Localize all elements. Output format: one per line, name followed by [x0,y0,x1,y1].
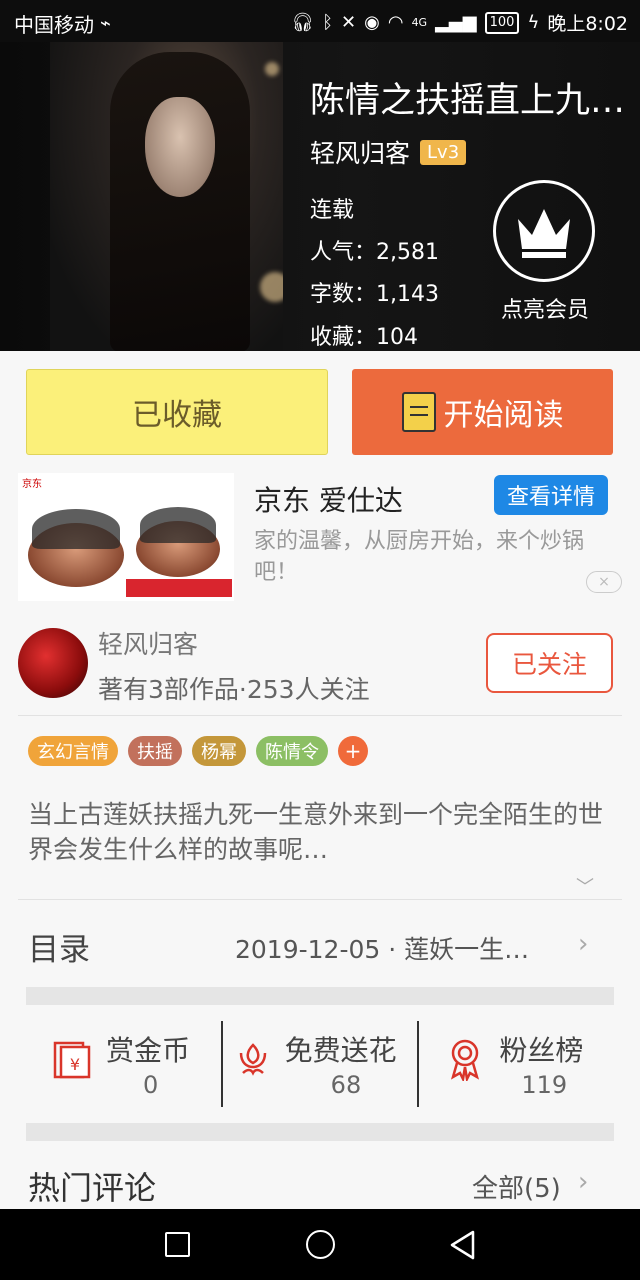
start-reading-button[interactable]: 开始阅读 [352,369,613,455]
tag-item[interactable]: 玄幻言情 [28,736,118,766]
latest-chapter[interactable]: 2019-12-05 · 莲妖一生… [235,930,570,966]
synopsis-text[interactable]: 当上古莲妖扶摇九死一生意外来到一个完全陌生的世界会发生什么样的故事呢… [28,797,618,867]
reward-coins-value: 0 [143,1071,159,1099]
ad-title[interactable]: 京东 爱仕达 [254,479,403,519]
free-flowers-label: 免费送花 [284,1034,397,1067]
vip-button[interactable] [493,180,595,282]
clock: 晚上8:02 [547,13,628,35]
tag-list: 玄幻言情 扶摇 杨幂 陈情令 + [28,736,368,766]
add-tag-button[interactable]: + [338,736,368,766]
fan-rank-cell[interactable]: 粉丝榜 119 [417,1021,614,1107]
eye-icon: ◉ [364,12,380,33]
toc-chevron-icon[interactable]: › [578,929,588,959]
comments-chevron-icon[interactable]: › [578,1167,588,1197]
ad-image[interactable]: 京东 [18,473,234,601]
book-cover[interactable] [50,42,283,351]
medal-icon [451,1039,480,1081]
wifi-icon: ◠ [387,12,404,33]
reward-stats: ¥ 赏金币 0 免费送花 68 粉丝榜 119 [26,1021,614,1107]
tag-item[interactable]: 陈情令 [256,736,328,766]
cover-bokeh [265,62,279,76]
serial-status: 连载 [310,198,355,223]
favorites-stat: 收藏：104 [310,325,418,350]
free-flowers-value: 68 [330,1071,362,1099]
toc-title[interactable]: 目录 [28,924,90,969]
all-comments-link[interactable]: 全部(5) [472,1168,561,1205]
author-works-info: 著有3部作品·253人关注 [98,675,370,704]
carrier-label: 中国移动 [14,13,94,37]
hot-comments-title: 热门评论 [28,1169,157,1207]
header-author-row: 轻风归客 Lv3 [310,134,467,170]
reward-coins-label: 赏金币 [106,1034,191,1067]
flower-icon [239,1043,266,1076]
book-icon [401,392,436,432]
tag-item[interactable]: 杨幂 [192,736,246,766]
home-button[interactable] [306,1230,335,1259]
fan-rank-label: 粉丝榜 [499,1034,584,1067]
recent-apps-button[interactable] [165,1232,190,1257]
pan-lid-shape [32,509,120,549]
fan-rank-value: 119 [521,1071,568,1099]
red-envelope-icon: ¥ [53,1041,91,1079]
cover-bokeh [260,272,283,302]
charging-icon: ϟ [527,12,540,33]
ad-image-strip [126,579,232,597]
divider [18,899,622,900]
collected-button[interactable]: 已收藏 [26,369,328,455]
author-avatar[interactable] [18,628,88,698]
author-name[interactable]: 轻风归客 [98,625,198,661]
headphones-icon: 🎧︎ [291,12,315,33]
pan-lid-shape [140,507,216,543]
reward-coins-cell[interactable]: ¥ 赏金币 0 [26,1021,221,1107]
vip-label[interactable]: 点亮会员 [470,292,620,324]
start-reading-label: 开始阅读 [443,398,564,433]
book-header: 陈情之扶摇直上九… 轻风归客 Lv3 连载 人气：2,581 字数：1,143 … [0,42,640,351]
expand-chevron-icon[interactable]: ﹀ [576,873,594,899]
status-bar: 中国移动 ⌁ 🎧︎ ᛒ ✕ ◉ ◠ 4G ▂▄▆ 100 ϟ 晚上8:02 [0,0,640,42]
section-separator [26,987,614,1005]
ad-brand-logo: 京东 [22,479,42,490]
mute-icon: ✕ [341,12,357,33]
network-type: 4G [411,16,428,29]
book-title: 陈情之扶摇直上九… [310,81,626,121]
book-detail-content: 已收藏 开始阅读 京东 京东 爱仕达 查看详情 家的温馨，从厨房开始，来个炒锅吧… [0,351,640,1209]
divider [18,715,622,716]
word-count-stat: 字数：1,143 [310,282,439,307]
ad-close-button[interactable]: × [586,571,622,593]
signal-icon: ▂▄▆ [435,12,477,33]
battery-indicator: 100 [484,11,520,34]
back-button[interactable] [448,1229,478,1261]
bluetooth-icon: ᛒ [322,12,334,33]
tag-item[interactable]: 扶摇 [128,736,182,766]
system-nav-bar [0,1209,640,1280]
crown-icon [518,209,570,258]
ad-description[interactable]: 家的温馨，从厨房开始，来个炒锅吧！ [254,526,614,588]
cover-face [145,97,215,197]
activity-icon: ⌁ [100,13,111,34]
svg-text:¥: ¥ [70,1055,80,1074]
free-flowers-cell[interactable]: 免费送花 68 [220,1021,418,1107]
follow-button[interactable]: 已关注 [486,633,613,693]
header-author-name[interactable]: 轻风归客 [310,134,410,170]
level-badge: Lv3 [420,139,467,165]
section-separator [26,1123,614,1141]
ad-detail-button[interactable]: 查看详情 [494,475,608,515]
popularity-stat: 人气：2,581 [310,240,439,265]
